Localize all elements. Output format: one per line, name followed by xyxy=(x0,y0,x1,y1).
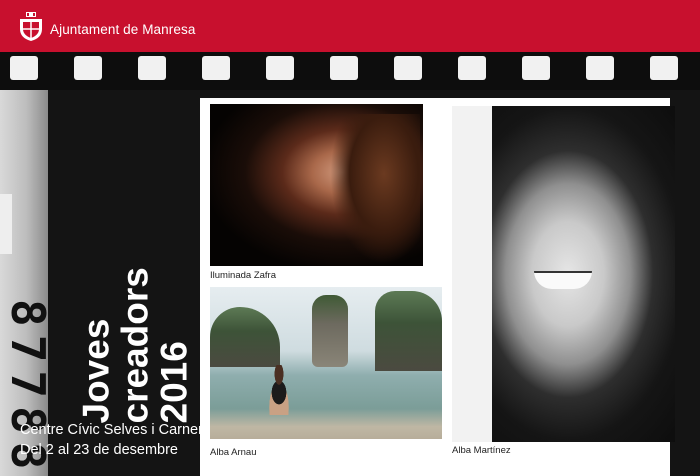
film-hole xyxy=(522,56,550,80)
venue-info: Centre Cívic Selves i Carner Del 2 al 23… xyxy=(20,420,203,460)
film-hole xyxy=(650,56,678,80)
seated-person xyxy=(262,365,296,415)
film-hole xyxy=(202,56,230,80)
poster: Ajuntament de Manresa 87788 Joves creado… xyxy=(0,0,700,476)
film-strip xyxy=(0,52,700,90)
brand-name[interactable]: Ajuntament de Manresa xyxy=(50,22,195,37)
film-hole xyxy=(10,56,38,80)
event-title: Joves creadors 2016 xyxy=(75,154,195,424)
portrait-hair xyxy=(330,114,420,264)
film-edge: 87788 xyxy=(0,90,55,476)
film-hole xyxy=(394,56,422,80)
photo-background xyxy=(452,106,492,442)
film-hole xyxy=(330,56,358,80)
rock-formation xyxy=(210,307,280,367)
landscape-photo xyxy=(210,287,442,439)
film-hole xyxy=(586,56,614,80)
film-hole xyxy=(458,56,486,80)
title-line-1: Joves creadors xyxy=(75,267,156,424)
photo-caption: Iluminada Zafra xyxy=(210,270,277,281)
portrait-photo-1 xyxy=(210,104,423,266)
rock-formation xyxy=(375,291,442,371)
manresa-coat-of-arms-icon xyxy=(20,12,42,41)
film-hole xyxy=(138,56,166,80)
film-hole xyxy=(74,56,102,80)
title-block: Joves creadors 2016 xyxy=(76,130,195,423)
portrait-photo-2 xyxy=(452,106,675,442)
portrait-smile xyxy=(534,271,592,289)
photo-caption: Alba Martínez xyxy=(452,445,511,456)
venue-name: Centre Cívic Selves i Carner xyxy=(20,422,203,438)
film-hole xyxy=(266,56,294,80)
title-year: 2016 xyxy=(153,341,195,424)
rock-formation xyxy=(312,295,348,367)
venue-dates: Del 2 al 23 de desembre xyxy=(20,442,178,458)
film-edge-mark xyxy=(0,194,12,254)
header-bar: Ajuntament de Manresa xyxy=(0,0,700,52)
photo-caption: Alba Arnau xyxy=(210,447,257,458)
